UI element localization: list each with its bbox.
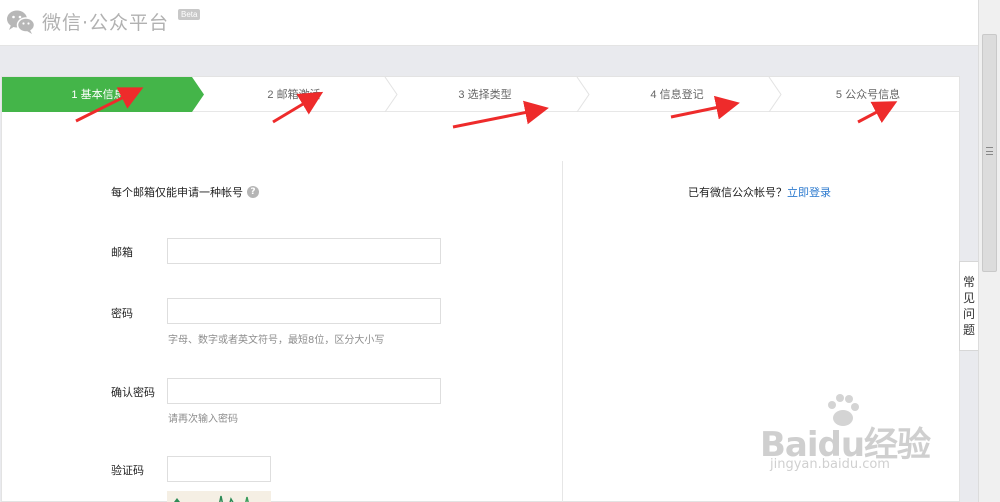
- step-progress-bar: 1 基本信息 2 邮箱激活 3 选择类型 4 信息登记 5 公众号信息: [2, 77, 959, 112]
- beta-badge: Beta: [178, 9, 201, 20]
- scrollbar-thumb[interactable]: [982, 34, 997, 272]
- faq-char: 见: [962, 291, 975, 305]
- watermark-url: jingyan.baidu.com: [770, 457, 890, 472]
- step-email-activation: 2 邮箱激活: [267, 89, 321, 101]
- password-field[interactable]: [167, 298, 441, 324]
- scrollbar-grip-icon: [986, 147, 993, 155]
- wechat-logo-icon: [6, 9, 36, 35]
- faq-char: 问: [962, 307, 975, 321]
- faq-tab[interactable]: 常 见 问 题: [959, 261, 979, 351]
- login-prompt: 已有微信公众帐号？立即登录: [688, 184, 831, 200]
- help-icon[interactable]: ?: [247, 186, 259, 198]
- confirm-password-field[interactable]: [167, 378, 441, 404]
- password-label: 密码: [111, 307, 133, 320]
- notice-text: 每个邮箱仅能申请一种帐号: [111, 186, 243, 199]
- email-field[interactable]: [167, 238, 441, 264]
- faq-char: 题: [962, 323, 975, 337]
- vertical-scrollbar[interactable]: [978, 0, 1000, 502]
- captcha-image[interactable]: [167, 491, 271, 502]
- faq-char: 常: [962, 275, 975, 289]
- top-header: 微信·公众平台 Beta: [0, 0, 978, 46]
- email-label: 邮箱: [111, 246, 133, 259]
- step-info-registration: 4 信息登记: [650, 89, 704, 101]
- captcha-field[interactable]: [167, 456, 271, 482]
- paw-icon: [828, 394, 859, 426]
- captcha-label: 验证码: [111, 464, 144, 477]
- login-prompt-text: 已有微信公众帐号？: [688, 186, 787, 199]
- password-hint: 字母、数字或者英文符号，最短8位，区分大小写: [168, 335, 385, 346]
- logo[interactable]: 微信·公众平台: [6, 8, 169, 35]
- step-basic-info: 1 基本信息: [71, 89, 125, 101]
- email-notice: 每个邮箱仅能申请一种帐号 ?: [111, 184, 259, 200]
- step-choose-type: 3 选择类型: [458, 89, 512, 101]
- baidu-watermark: Baidu经验 jingyan.baidu.com: [760, 394, 931, 472]
- column-divider: [562, 161, 563, 502]
- confirm-password-hint: 请再次输入密码: [168, 414, 238, 425]
- login-link[interactable]: 立即登录: [787, 186, 831, 199]
- site-title: 微信·公众平台: [42, 12, 170, 34]
- confirm-password-label: 确认密码: [111, 386, 155, 399]
- step-account-info: 5 公众号信息: [835, 89, 901, 101]
